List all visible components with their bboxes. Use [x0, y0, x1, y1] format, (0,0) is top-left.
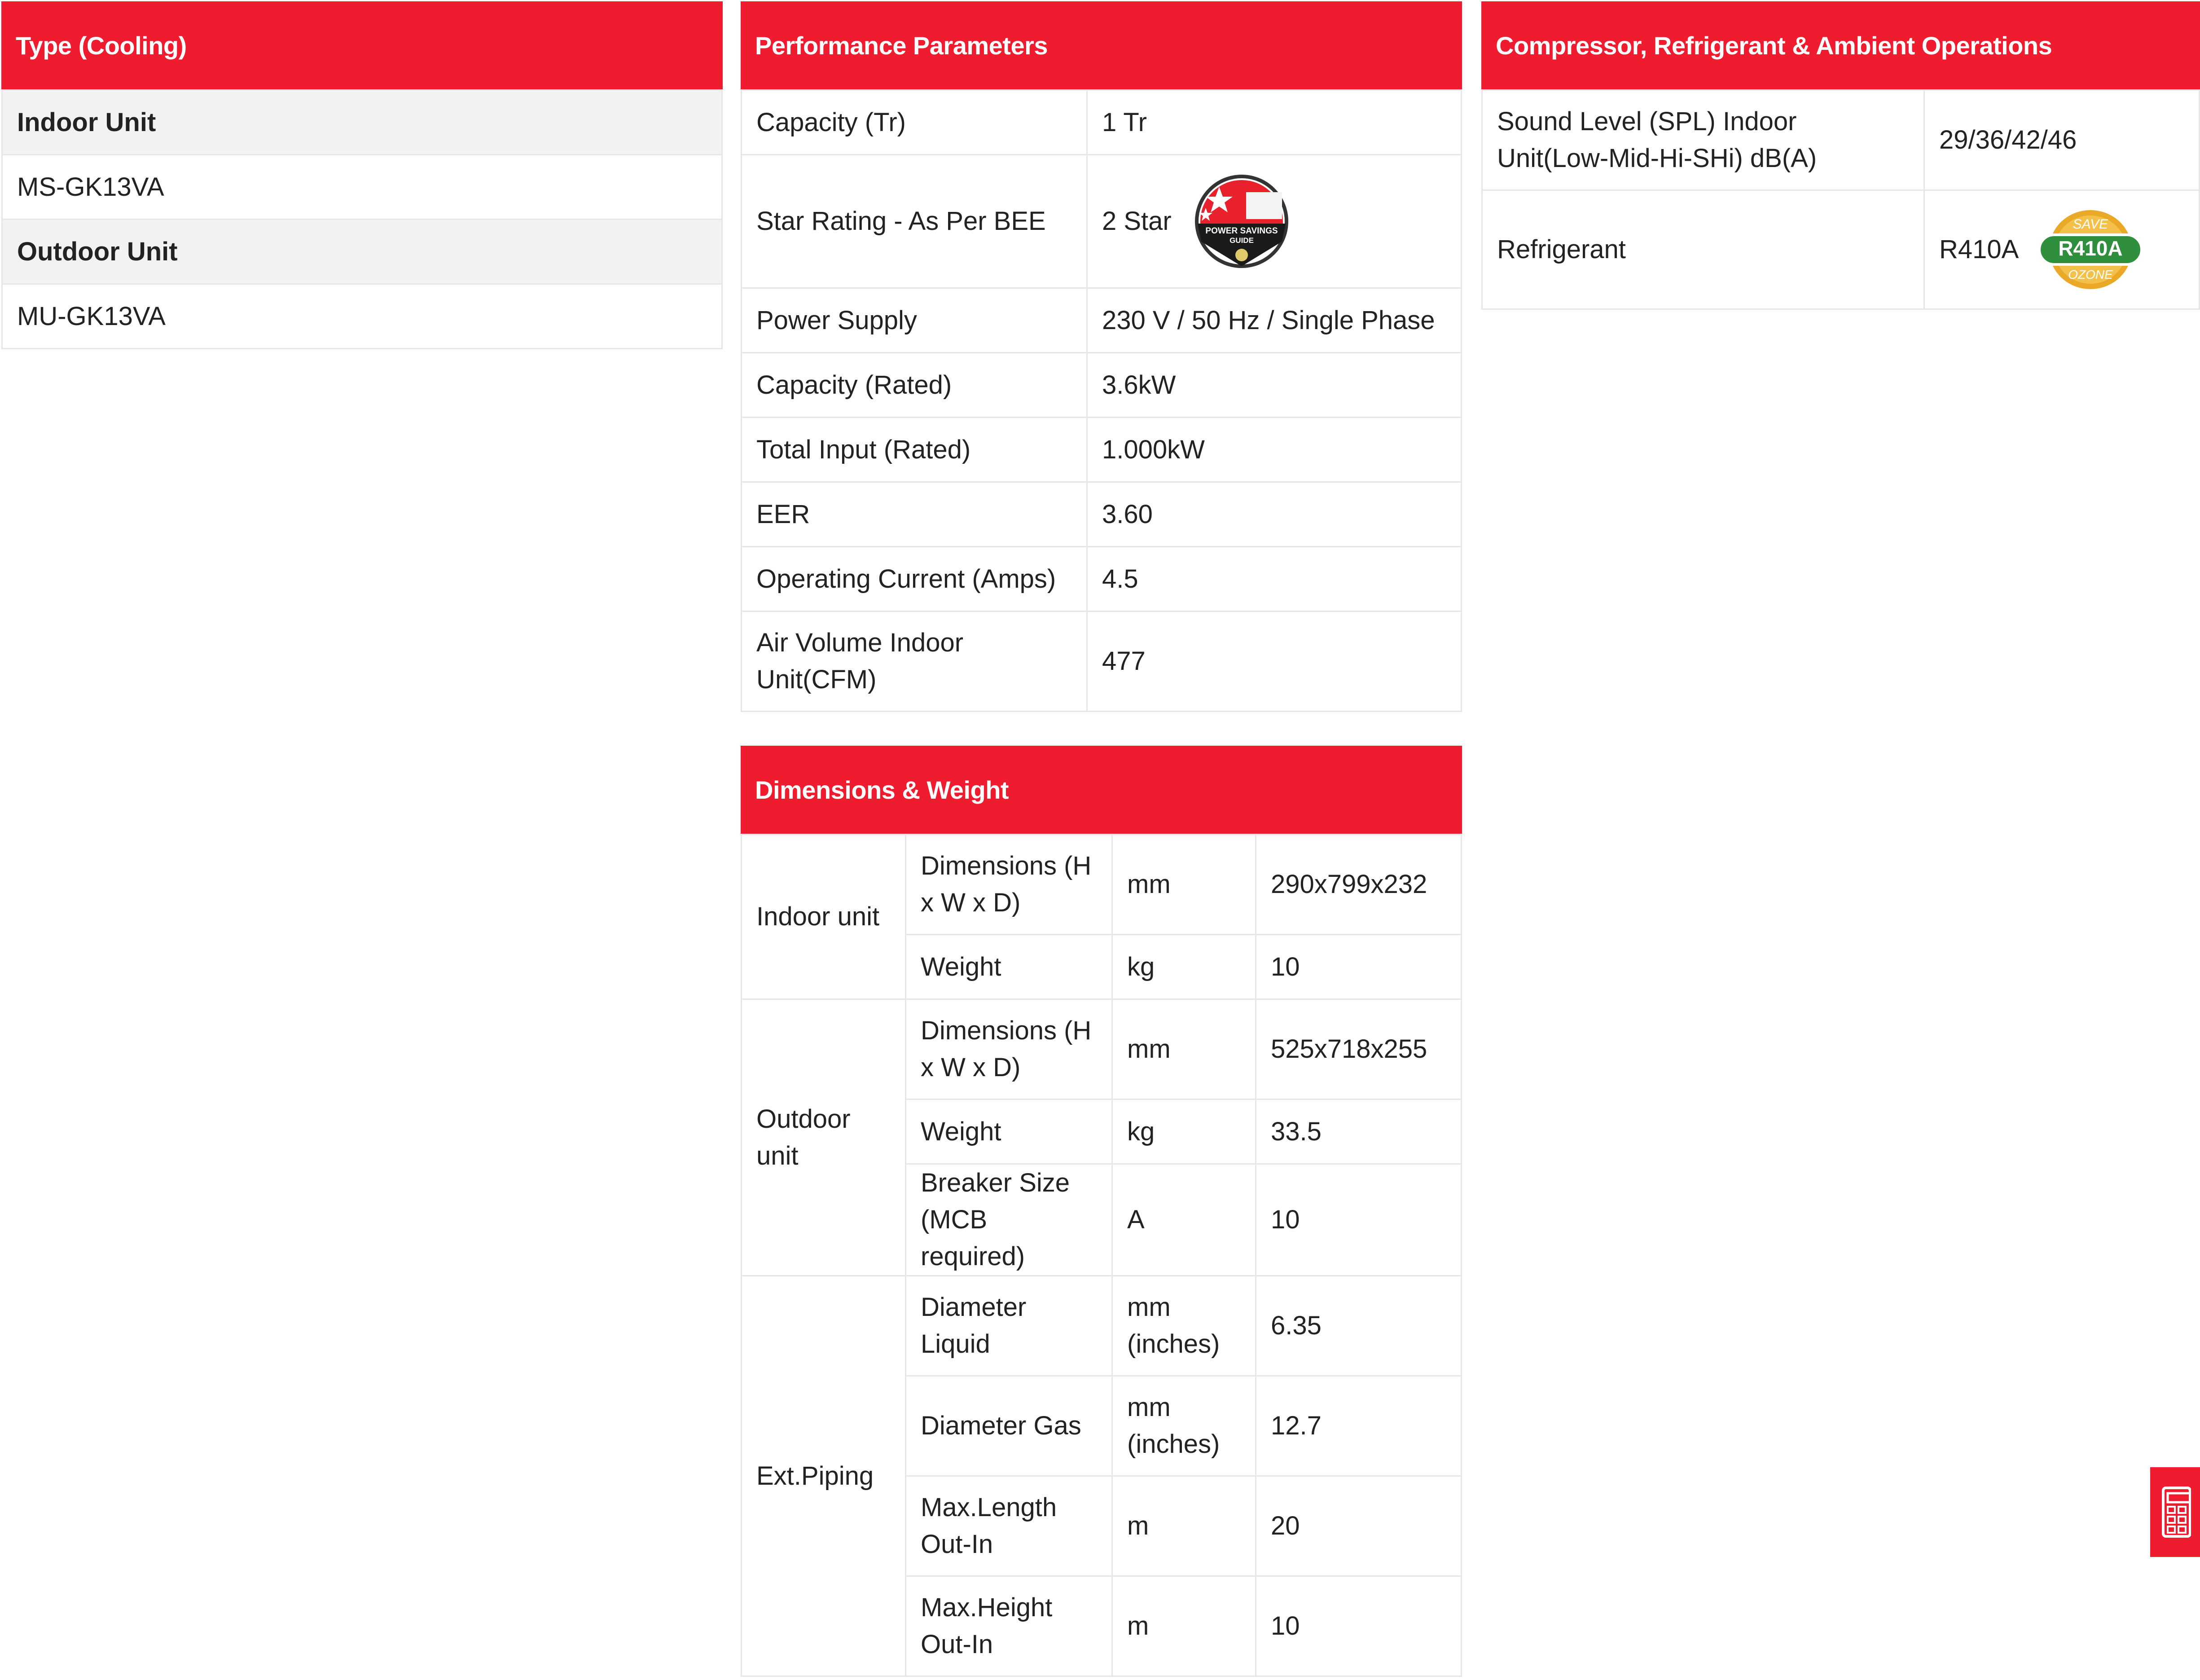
group-label: Ext.Piping — [741, 1275, 906, 1677]
table-row: EER 3.60 — [741, 481, 1462, 547]
svg-text:OZONE: OZONE — [2068, 268, 2113, 281]
svg-text:SAVE: SAVE — [2073, 217, 2108, 232]
row-unit: A — [1111, 1163, 1256, 1276]
row-label: EER — [741, 481, 1088, 547]
svg-text:POWER SAVINGS: POWER SAVINGS — [1205, 226, 1278, 236]
dimensions-header: Dimensions & Weight — [741, 746, 1462, 834]
row-label: Air Volume Indoor Unit(CFM) — [741, 611, 1088, 712]
row-unit: kg — [1111, 1099, 1256, 1165]
row-value: 10 — [1255, 1163, 1462, 1276]
outdoor-model-value: MU-GK13VA — [1, 283, 723, 349]
row-label: Dimensions (H x W x D) — [905, 834, 1113, 935]
row-value: 3.60 — [1086, 481, 1462, 547]
dimensions-panel: Dimensions & Weight Indoor unit Dimensio… — [741, 746, 1462, 1677]
row-value: 290x799x232 — [1255, 834, 1462, 935]
table-row: Air Volume Indoor Unit(CFM) 477 — [741, 611, 1462, 712]
row-value: 2 Star — [1102, 207, 1172, 236]
row-value: 4.5 — [1086, 546, 1462, 612]
compressor-header: Compressor, Refrigerant & Ambient Operat… — [1481, 1, 2200, 89]
row-value: 12.7 — [1255, 1375, 1462, 1477]
calculator-icon — [2161, 1486, 2191, 1538]
row-value: 3.6kW — [1086, 352, 1462, 418]
save-ozone-r410a-icon: SAVE R410A OZONE — [2038, 210, 2143, 289]
performance-table: Capacity (Tr) 1 Tr Star Rating - As Per … — [741, 89, 1462, 712]
row-unit: mm (inches) — [1111, 1275, 1256, 1377]
table-row: Star Rating - As Per BEE 2 Star POWER SA… — [741, 154, 1462, 289]
row-unit: m — [1111, 1575, 1256, 1677]
row-unit: mm (inches) — [1111, 1375, 1256, 1477]
row-value: 1 Tr — [1086, 89, 1462, 155]
table-row: Total Input (Rated) 1.000kW — [741, 417, 1462, 483]
row-label: Capacity (Rated) — [741, 352, 1088, 418]
row-value: 477 — [1086, 611, 1462, 712]
row-unit: mm — [1111, 834, 1256, 935]
row-label: Diameter Liquid — [905, 1275, 1113, 1377]
row-label: Capacity (Tr) — [741, 89, 1088, 155]
table-row: Indoor unit Dimensions (H x W x D) mm 29… — [741, 834, 1462, 1000]
row-value: 10 — [1255, 1575, 1462, 1677]
row-label: Sound Level (SPL) Indoor Unit(Low-Mid-Hi… — [1481, 89, 1925, 191]
indoor-unit-heading: Indoor Unit — [1, 89, 723, 155]
table-row: Outdoor Unit — [1, 219, 723, 285]
row-value: 29/36/42/46 — [1923, 89, 2200, 191]
row-value: 10 — [1255, 934, 1462, 1000]
row-label: Max.Length Out-In — [905, 1475, 1113, 1577]
table-row: Capacity (Rated) 3.6kW — [741, 352, 1462, 418]
row-unit: m — [1111, 1475, 1256, 1577]
table-row: MS-GK13VA — [1, 154, 723, 220]
row-label: Total Input (Rated) — [741, 417, 1088, 483]
row-value: 6.35 — [1255, 1275, 1462, 1377]
row-label: Weight — [905, 1099, 1113, 1165]
table-row: Ext.Piping Diameter Liquid mm (inches) 6… — [741, 1275, 1462, 1677]
table-row: Power Supply 230 V / 50 Hz / Single Phas… — [741, 287, 1462, 353]
compressor-panel: Compressor, Refrigerant & Ambient Operat… — [1481, 1, 2200, 310]
row-value: 525x718x255 — [1255, 998, 1462, 1100]
row-label: Dimensions (H x W x D) — [905, 998, 1113, 1100]
table-row: Operating Current (Amps) 4.5 — [741, 546, 1462, 612]
table-row: Capacity (Tr) 1 Tr — [741, 89, 1462, 155]
type-cooling-table: Indoor Unit MS-GK13VA Outdoor Unit MU-GK… — [1, 89, 723, 349]
row-value: 20 — [1255, 1475, 1462, 1577]
row-value: 33.5 — [1255, 1099, 1462, 1165]
svg-text:R410A: R410A — [2059, 237, 2123, 260]
dimensions-table: Indoor unit Dimensions (H x W x D) mm 29… — [741, 834, 1462, 1677]
row-label: Operating Current (Amps) — [741, 546, 1088, 612]
row-value: 230 V / 50 Hz / Single Phase — [1086, 287, 1462, 353]
calculator-button[interactable] — [2150, 1467, 2200, 1557]
bee-power-savings-guide-icon: POWER SAVINGS GUIDE — [1194, 175, 1288, 268]
row-label: Power Supply — [741, 287, 1088, 353]
indoor-model-value: MS-GK13VA — [1, 154, 723, 220]
star-rating-cell: 2 Star POWER SAVINGS GUIDE — [1086, 154, 1462, 289]
row-label: Weight — [905, 934, 1113, 1000]
type-cooling-header: Type (Cooling) — [1, 1, 723, 89]
performance-panel: Performance Parameters Capacity (Tr) 1 T… — [741, 1, 1462, 712]
row-unit: mm — [1111, 998, 1256, 1100]
row-unit: kg — [1111, 934, 1256, 1000]
refrigerant-cell: R410A SAVE R410A OZONE — [1923, 189, 2200, 310]
table-row: Sound Level (SPL) Indoor Unit(Low-Mid-Hi… — [1481, 89, 2200, 191]
table-row: Outdoor unit Dimensions (H x W x D) mm 5… — [741, 998, 1462, 1276]
table-row: MU-GK13VA — [1, 283, 723, 349]
row-label: Max.Height Out-In — [905, 1575, 1113, 1677]
svg-text:GUIDE: GUIDE — [1230, 236, 1254, 245]
table-row: Refrigerant R410A SAVE R410A OZONE — [1481, 189, 2200, 310]
outdoor-unit-heading: Outdoor Unit — [1, 219, 723, 285]
row-label: Refrigerant — [1481, 189, 1925, 310]
row-label: Breaker Size (MCB required) — [905, 1163, 1113, 1276]
compressor-table: Sound Level (SPL) Indoor Unit(Low-Mid-Hi… — [1481, 89, 2200, 310]
group-label: Indoor unit — [741, 834, 906, 1000]
row-label: Star Rating - As Per BEE — [741, 154, 1088, 289]
type-cooling-panel: Type (Cooling) Indoor Unit MS-GK13VA Out… — [1, 1, 723, 349]
group-label: Outdoor unit — [741, 998, 906, 1276]
row-value: R410A — [1939, 235, 2019, 264]
performance-header: Performance Parameters — [741, 1, 1462, 89]
row-value: 1.000kW — [1086, 417, 1462, 483]
table-row: Indoor Unit — [1, 89, 723, 155]
row-label: Diameter Gas — [905, 1375, 1113, 1477]
